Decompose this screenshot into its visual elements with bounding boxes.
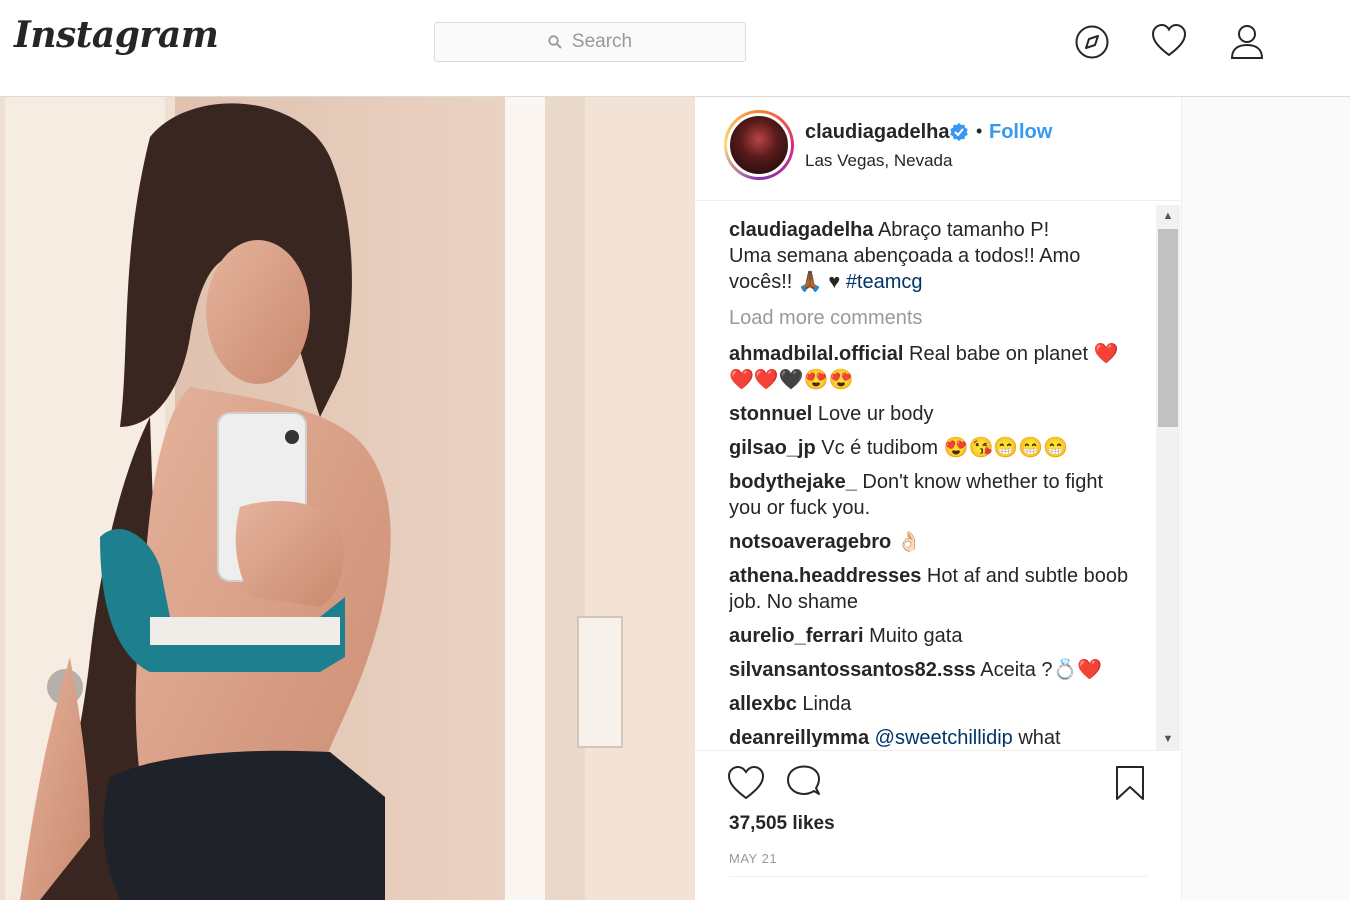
avatar-story-ring[interactable] (724, 110, 794, 180)
search-input[interactable]: Search (434, 22, 746, 62)
comments-list: claudiagadelha Abraço tamanho P! Uma sem… (729, 217, 1139, 747)
search-placeholder: Search (571, 31, 633, 52)
like-icon[interactable] (727, 765, 765, 801)
caption-line1: Abraço tamanho P! (877, 219, 1050, 241)
caption-username[interactable]: claudiagadelha (729, 219, 874, 241)
profile-icon[interactable] (1228, 22, 1266, 62)
load-more-comments-button[interactable]: Load more comments (729, 305, 1139, 331)
comment-item: aurelio_ferrari Muito gata (729, 623, 1139, 649)
comment-mention[interactable]: @sweetchillidip (875, 727, 1013, 747)
comment-username[interactable]: silvansantossantos82.sss (729, 659, 976, 681)
comment-text: Aceita ?💍❤️ (980, 659, 1103, 681)
verified-badge-icon (950, 123, 968, 141)
comment-username[interactable]: allexbc (729, 693, 797, 715)
comment-username[interactable]: bodythejake_ (729, 471, 857, 493)
post-caption: claudiagadelha Abraço tamanho P! Uma sem… (729, 217, 1139, 295)
comment-username[interactable]: gilsao_jp (729, 437, 816, 459)
comment-text: Love ur body (817, 403, 934, 425)
comment-username[interactable]: aurelio_ferrari (729, 625, 864, 647)
follow-button[interactable]: Follow (989, 121, 1052, 144)
explore-icon[interactable] (1073, 22, 1111, 62)
post-photo-illustration (0, 97, 695, 900)
comment-item: allexbc Linda (729, 691, 1139, 717)
comment-username[interactable]: stonnuel (729, 403, 812, 425)
comment-text: 👌🏻 (896, 531, 922, 553)
comment-text: what (1018, 727, 1061, 747)
search-icon (548, 35, 562, 49)
scroll-up-arrow-icon[interactable]: ▲ (1156, 205, 1180, 227)
post-username[interactable]: claudiagadelha (805, 121, 950, 144)
comment-username[interactable]: ahmadbilal.official (729, 343, 903, 365)
scroll-down-arrow-icon[interactable]: ▼ (1156, 728, 1180, 750)
post-header: claudiagadelha • Follow Las Vegas, Nevad… (695, 97, 1182, 201)
comments-scrollbar[interactable]: ▲ ▼ (1156, 205, 1180, 750)
comment-username[interactable]: deanreillymma (729, 727, 869, 747)
comment-item: ahmadbilal.official Real babe on planet … (729, 341, 1139, 393)
comment-username[interactable]: athena.headdresses (729, 565, 921, 587)
instagram-logo[interactable]: Instagram (14, 14, 219, 56)
top-navbar: Instagram Search (0, 0, 1350, 97)
caption-hashtag[interactable]: #teamcg (846, 271, 923, 293)
post-image[interactable] (0, 97, 695, 900)
avatar[interactable] (727, 113, 791, 177)
comment-item: deanreillymma @sweetchillidip what (729, 725, 1139, 747)
comment-text: Vc é tudibom 😍😘😁😁😁 (821, 437, 1069, 459)
comment-item: gilsao_jp Vc é tudibom 😍😘😁😁😁 (729, 435, 1139, 461)
post-date[interactable]: MAY 21 (729, 851, 777, 866)
comment-item: athena.headdresses Hot af and subtle boo… (729, 563, 1139, 615)
comment-item: notsoaveragebro 👌🏻 (729, 529, 1139, 555)
post-details-panel: claudiagadelha • Follow Las Vegas, Nevad… (695, 97, 1182, 900)
comment-item: silvansantossantos82.sss Aceita ?💍❤️ (729, 657, 1139, 683)
comment-item: stonnuel Love ur body (729, 401, 1139, 427)
post-actions: 37,505 likes MAY 21 (695, 750, 1182, 900)
comment-icon[interactable] (785, 765, 823, 801)
scrollbar-thumb[interactable] (1158, 229, 1178, 427)
likes-count[interactable]: 37,505 likes (729, 813, 835, 835)
comment-text: Muito gata (869, 625, 963, 647)
separator-dot: • (976, 121, 983, 141)
divider (729, 876, 1147, 877)
post-location[interactable]: Las Vegas, Nevada (805, 151, 952, 171)
bookmark-icon[interactable] (1115, 765, 1145, 801)
heart-icon[interactable] (1150, 22, 1188, 62)
comment-text: Linda (802, 693, 852, 715)
comment-item: bodythejake_ Don't know whether to fight… (729, 469, 1139, 521)
comment-username[interactable]: notsoaveragebro (729, 531, 891, 553)
